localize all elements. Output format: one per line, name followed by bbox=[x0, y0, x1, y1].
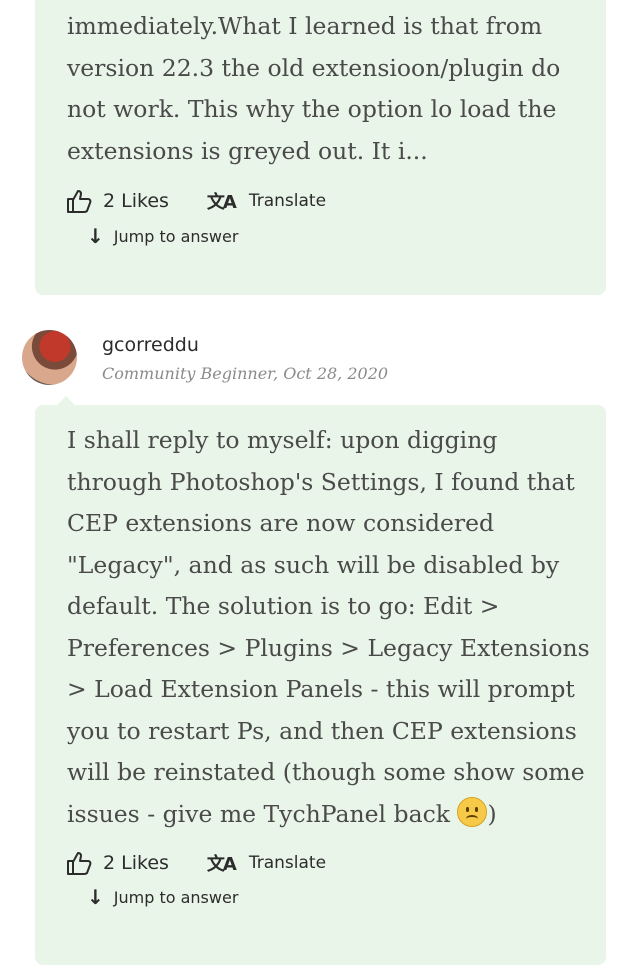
likes-button[interactable]: 2 Likes bbox=[67, 189, 169, 213]
reply-body-text: immediately.What I learned is that from … bbox=[67, 12, 561, 165]
thumbs-up-icon bbox=[67, 190, 92, 213]
likes-count: 2 Likes bbox=[103, 190, 169, 212]
avatar[interactable] bbox=[22, 330, 77, 385]
arrow-down-icon: ↓ bbox=[87, 885, 104, 909]
likes-button[interactable]: 2 Likes bbox=[67, 851, 169, 875]
jump-label: Jump to answer bbox=[113, 226, 239, 246]
jump-label: Jump to answer bbox=[113, 887, 239, 907]
author-name[interactable]: gcorreddu bbox=[102, 334, 199, 356]
reply-actions: 2 Likes 文A Translate bbox=[67, 186, 326, 216]
reply-card: I shall reply to myself: upon digging th… bbox=[35, 405, 606, 965]
translate-label: Translate bbox=[248, 853, 327, 873]
arrow-down-icon: ↓ bbox=[87, 224, 104, 248]
reply-body-main: I shall reply to myself: upon digging th… bbox=[67, 426, 590, 828]
thumbs-up-icon bbox=[67, 852, 92, 875]
reply-body-text: I shall reply to myself: upon digging th… bbox=[67, 420, 592, 835]
author-meta: Community Beginner, Oct 28, 2020 bbox=[102, 364, 389, 383]
translate-icon: 文A bbox=[206, 854, 237, 875]
translate-button[interactable]: 文A Translate bbox=[207, 188, 326, 214]
translate-label: Translate bbox=[248, 191, 327, 211]
frowning-face-emoji bbox=[457, 796, 488, 827]
translate-button[interactable]: 文A Translate bbox=[207, 850, 326, 876]
jump-to-answer-link[interactable]: ↓ Jump to answer bbox=[87, 885, 238, 909]
likes-count: 2 Likes bbox=[103, 852, 169, 874]
reply-card: immediately.What I learned is that from … bbox=[35, 0, 606, 295]
reply-body-end: ) bbox=[487, 799, 497, 828]
jump-to-answer-link[interactable]: ↓ Jump to answer bbox=[87, 224, 238, 248]
reply-actions: 2 Likes 文A Translate bbox=[67, 848, 326, 878]
translate-icon: 文A bbox=[206, 192, 237, 213]
